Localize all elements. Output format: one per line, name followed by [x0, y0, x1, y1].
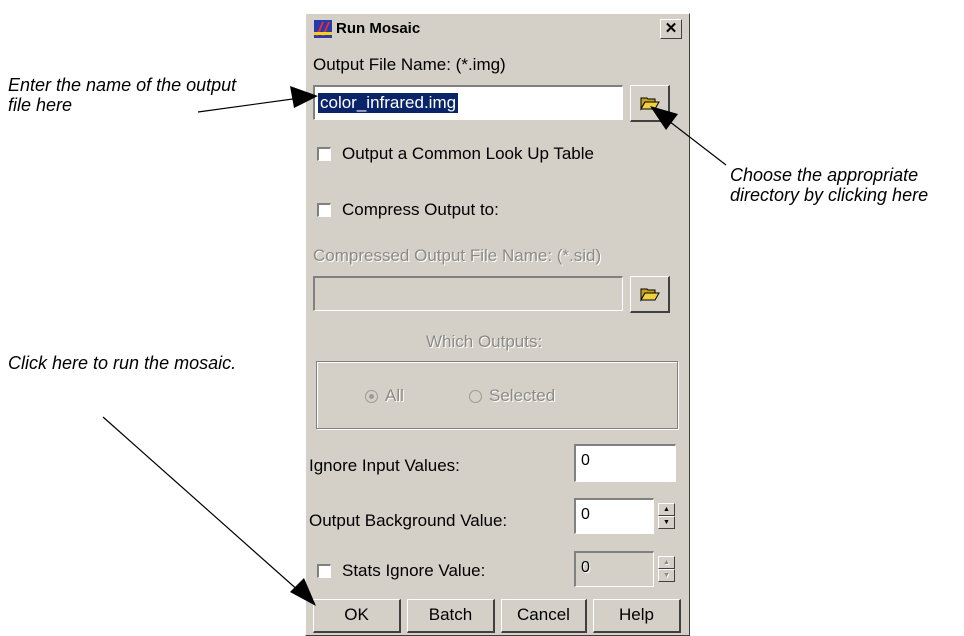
arrowhead-output-file — [290, 86, 318, 108]
arrowhead-directory — [650, 106, 678, 130]
arrowhead-run — [290, 578, 316, 606]
arrow-directory — [664, 117, 727, 166]
callout-arrows — [102, 86, 727, 606]
arrow-run — [102, 416, 301, 593]
arrow-output-file — [197, 97, 301, 113]
